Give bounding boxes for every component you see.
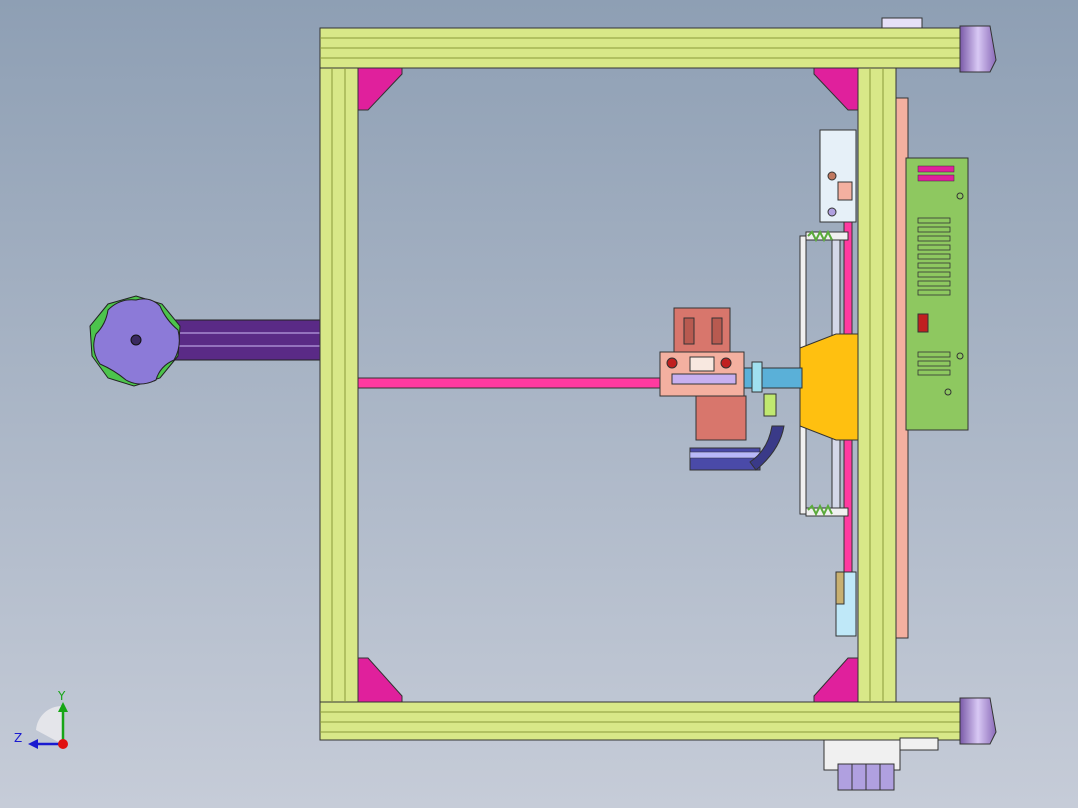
foot-bottom-right <box>959 697 997 745</box>
triad-y-label: Y <box>57 689 66 703</box>
foot-top-right <box>959 25 997 73</box>
slider-carriage[interactable] <box>799 333 859 441</box>
lower-bearing-block <box>835 571 857 637</box>
cad-viewport[interactable]: Y Z <box>0 0 1078 808</box>
frame-bottom-beam <box>319 701 961 741</box>
frame-right-beam <box>857 67 897 703</box>
knob-shaft <box>169 319 321 361</box>
triad-z-label: Z <box>14 731 22 745</box>
top-clip <box>881 17 923 29</box>
frame-top-beam <box>319 27 961 69</box>
cad-model-canvas[interactable]: Y Z <box>0 0 1078 808</box>
frame-left-beam <box>319 67 359 703</box>
upper-bearing-block <box>819 129 857 223</box>
control-board[interactable] <box>905 157 969 431</box>
